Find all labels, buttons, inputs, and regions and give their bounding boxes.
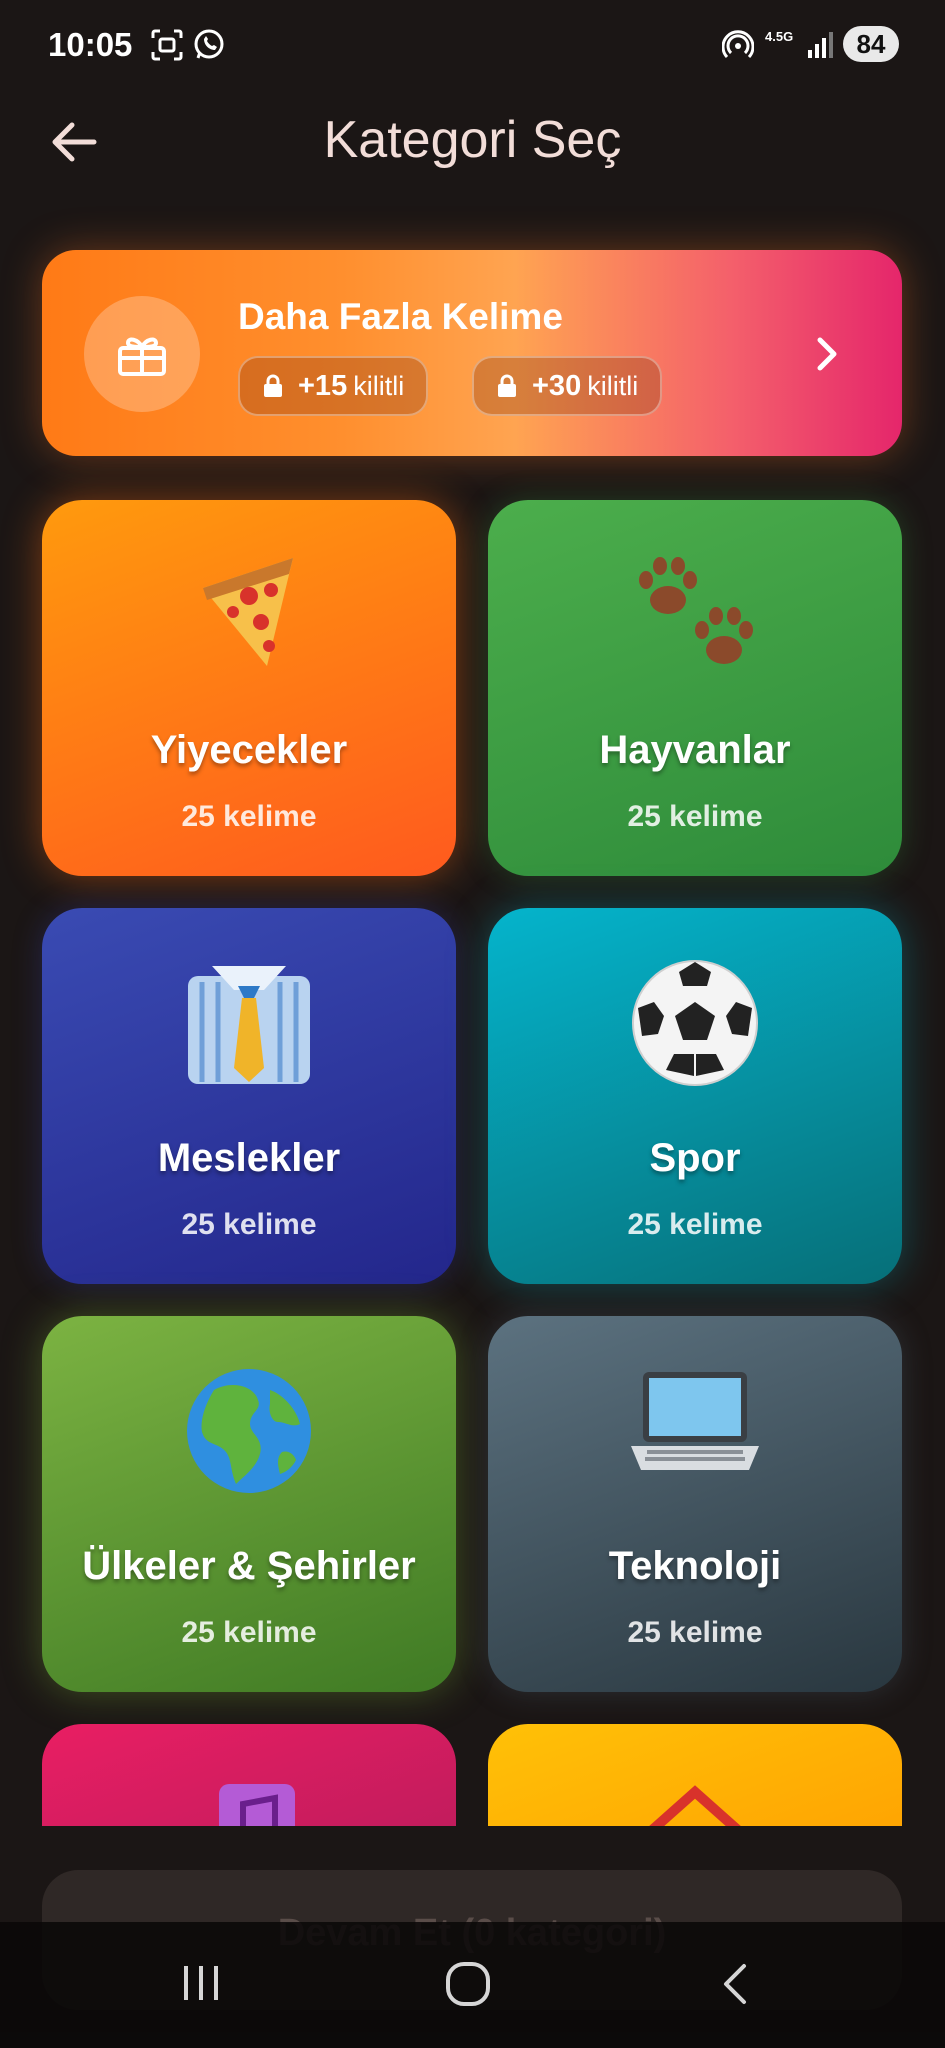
category-name: Meslekler — [157, 1136, 341, 1180]
chevron-right-icon — [817, 337, 837, 371]
category-name: Spor — [649, 1136, 741, 1180]
category-count: 25 kelime — [181, 800, 317, 833]
category-card-hayvanlar[interactable]: Hayvanlar 25 kelime — [488, 500, 902, 876]
category-card-yiyecekler[interactable]: Yiyecekler 25 kelime — [42, 500, 456, 876]
chip-amount: +30 — [532, 369, 582, 402]
soccer-ball-icon — [632, 960, 758, 1086]
recents-icon[interactable] — [178, 1960, 224, 2006]
gift-icon — [118, 337, 166, 376]
category-card-meslekler[interactable]: Meslekler 25 kelime — [42, 908, 456, 1284]
chip-amount: +15 — [298, 369, 348, 402]
screenshot-icon — [151, 29, 183, 61]
home-circle-icon[interactable] — [444, 1960, 492, 2008]
category-card-spor[interactable]: Spor 25 kelime — [488, 908, 902, 1284]
page-title: Kategori Seç — [323, 111, 622, 169]
category-name: Hayvanlar — [599, 728, 791, 772]
whatsapp-icon — [194, 29, 224, 59]
gift-icon-badge — [84, 296, 200, 412]
laptop-icon — [631, 1372, 759, 1470]
category-card-teknoloji[interactable]: Teknoloji 25 kelime — [488, 1316, 902, 1692]
lock-icon — [264, 374, 282, 397]
category-count: 25 kelime — [627, 1616, 763, 1649]
category-name: Teknoloji — [608, 1544, 782, 1588]
chip-label: kilitli — [353, 370, 405, 401]
category-name: Yiyecekler — [150, 728, 348, 772]
signal-icon — [808, 32, 833, 58]
globe-icon — [187, 1369, 311, 1493]
category-count: 25 kelime — [627, 1208, 763, 1241]
status-bar: 10:05 4.5G 84 — [0, 0, 945, 90]
necktie-shirt-icon — [188, 966, 310, 1084]
category-count: 25 kelime — [181, 1616, 317, 1649]
network-label: 4.5G — [765, 29, 794, 44]
category-card-ulkeler-sehirler[interactable]: Ülkeler & Şehirler 25 kelime — [42, 1316, 456, 1692]
battery-indicator: 84 — [843, 26, 899, 62]
hotspot-icon — [722, 30, 754, 59]
status-time: 10:05 — [48, 26, 133, 63]
category-count: 25 kelime — [627, 800, 763, 833]
paw-prints-icon — [639, 557, 753, 664]
lock-icon — [498, 374, 516, 397]
more-words-banner[interactable]: Daha Fazla Kelime +15 kilitli +30 kilitl… — [42, 250, 902, 456]
promo-title: Daha Fazla Kelime — [238, 296, 563, 337]
category-name: Ülkeler & Şehirler — [82, 1544, 416, 1588]
unlock-chip-15: +15 kilitli — [238, 356, 429, 416]
nav-back-icon[interactable] — [716, 1960, 756, 2008]
system-nav-bar — [0, 1922, 945, 2048]
category-count: 25 kelime — [181, 1208, 317, 1241]
pizza-icon — [203, 558, 293, 666]
chip-label: kilitli — [587, 370, 639, 401]
unlock-chip-30: +30 kilitli — [472, 356, 663, 416]
